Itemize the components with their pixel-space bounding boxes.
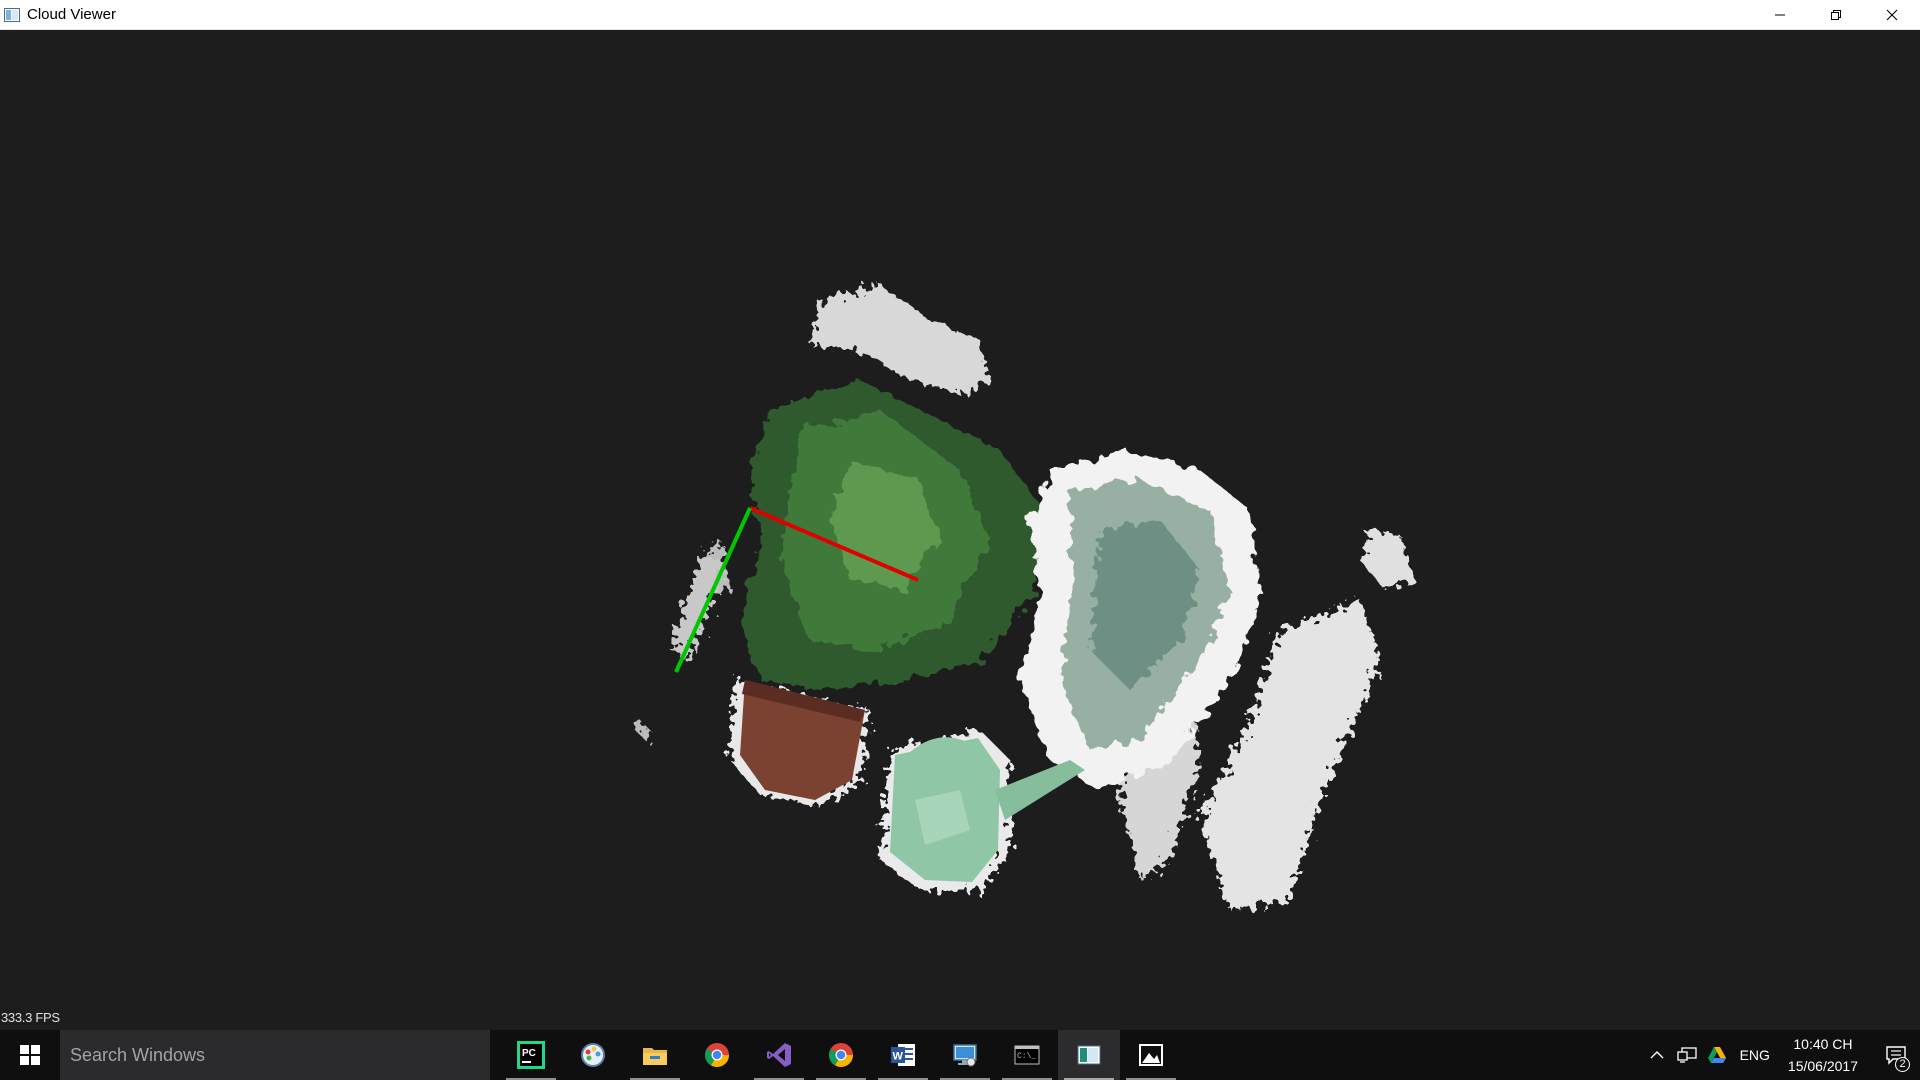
search-input[interactable]: Search Windows: [60, 1030, 490, 1080]
windows-logo-icon: [20, 1045, 40, 1065]
flower-pot-points: [730, 680, 870, 805]
taskbar: Search Windows PC W C:\_ ENG 10:40 CH 15…: [0, 1030, 1920, 1080]
window-controls: [1752, 0, 1920, 29]
taskbar-app-cloud-viewer[interactable]: [1058, 1030, 1120, 1080]
visual-studio-icon: [767, 1043, 791, 1067]
taskbar-app-word[interactable]: W: [872, 1030, 934, 1080]
file-explorer-icon: [643, 1048, 667, 1065]
start-button[interactable]: [0, 1030, 60, 1080]
jade-plant-points: [740, 380, 1050, 690]
taskbar-app-photos[interactable]: [1120, 1030, 1182, 1080]
taskbar-apps: PC W C:\_: [500, 1030, 1182, 1080]
point-cloud-viewport[interactable]: [0, 30, 1920, 1030]
minimize-button[interactable]: [1752, 0, 1808, 29]
action-center-button[interactable]: 2: [1872, 1030, 1920, 1080]
left-edge-points: [670, 560, 725, 660]
taskbar-app-paint[interactable]: [562, 1030, 624, 1080]
svg-text:W: W: [893, 1051, 904, 1063]
clock-time: 10:40 CH: [1793, 1036, 1853, 1052]
google-drive-button[interactable]: [1702, 1030, 1732, 1080]
cloud-viewer-window: Cloud Viewer 333.3 FPS: [0, 0, 1920, 1030]
y-axis-line: [674, 507, 752, 673]
input-language-indicator[interactable]: ENG: [1732, 1047, 1778, 1063]
taskbar-app-command-prompt[interactable]: C:\_: [996, 1030, 1058, 1080]
chrome-icon: [704, 1043, 729, 1068]
fps-counter: 333.3 FPS: [1, 1010, 60, 1025]
notification-count-badge: 2: [1895, 1057, 1910, 1072]
command-prompt-icon: C:\_: [1014, 1045, 1040, 1065]
svg-text:C:\_: C:\_: [1017, 1052, 1036, 1061]
chrome-icon: [828, 1043, 853, 1068]
system-clock[interactable]: 10:40 CH 15/06/2017: [1778, 1033, 1872, 1077]
restore-button[interactable]: [1808, 0, 1864, 29]
taskbar-app-remote-desktop[interactable]: [934, 1030, 996, 1080]
taskbar-app-pycharm[interactable]: PC: [500, 1030, 562, 1080]
google-drive-icon: [1707, 1047, 1726, 1063]
clock-date: 15/06/2017: [1787, 1058, 1858, 1074]
network-button[interactable]: [1672, 1030, 1702, 1080]
taskbar-app-chrome[interactable]: [686, 1030, 748, 1080]
remote-desktop-icon: [953, 1044, 977, 1067]
network-icon: [1676, 1047, 1697, 1063]
minimize-icon: [1775, 14, 1785, 15]
word-icon: W: [891, 1044, 915, 1066]
point-cloud-scene: [635, 285, 1415, 910]
app-window-icon: [4, 7, 20, 23]
system-tray: ENG 10:40 CH 15/06/2017 2: [1642, 1030, 1920, 1080]
taskbar-app-file-explorer[interactable]: [624, 1030, 686, 1080]
pycharm-icon: PC: [517, 1041, 545, 1069]
photos-icon: [1139, 1044, 1163, 1066]
show-hidden-icons-button[interactable]: [1642, 1030, 1672, 1080]
taskbar-app-visual-studio[interactable]: [748, 1030, 810, 1080]
title-bar[interactable]: Cloud Viewer: [0, 0, 1920, 30]
sage-plant-points: [1020, 450, 1260, 790]
window-title: Cloud Viewer: [27, 6, 116, 23]
restore-icon: [1831, 9, 1841, 20]
close-button[interactable]: [1864, 0, 1920, 29]
paint-icon: [581, 1043, 605, 1067]
chevron-up-icon: [1650, 1051, 1664, 1059]
svg-text:PC: PC: [522, 1048, 536, 1059]
cloud-viewer-icon: [1077, 1045, 1101, 1065]
taskbar-app-chrome-2[interactable]: [810, 1030, 872, 1080]
close-icon: [1886, 9, 1898, 20]
